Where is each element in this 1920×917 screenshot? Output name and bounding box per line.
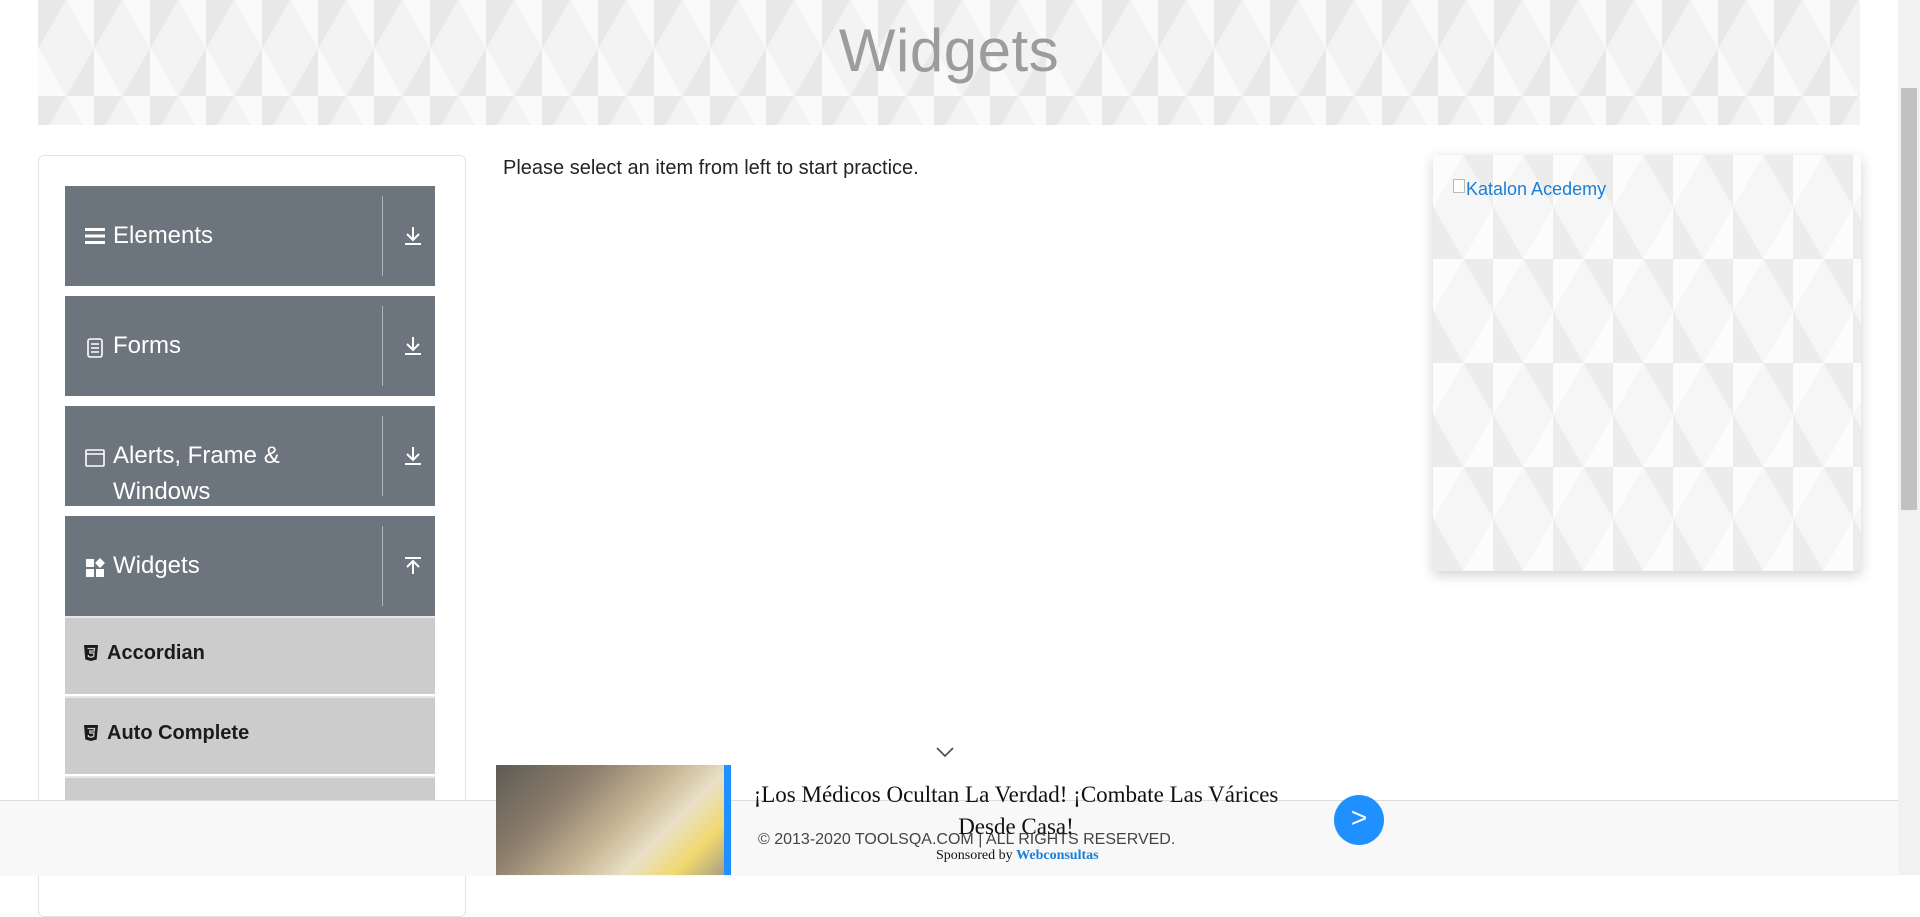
ad-alt-text: Katalon Acedemy: [1466, 179, 1607, 199]
ad-headline[interactable]: ¡Los Médicos Ocultan La Verdad! ¡Combate…: [736, 779, 1296, 843]
window-icon: [85, 449, 105, 467]
sidebar-group-forms[interactable]: Forms: [65, 296, 435, 396]
sidebar-group-label: Widgets: [113, 552, 200, 579]
menu-icon: [85, 228, 105, 244]
upload-arrow-icon[interactable]: [401, 554, 425, 578]
sidebar-group-label: Alerts, Frame &: [113, 442, 280, 469]
download-arrow-icon[interactable]: [401, 444, 425, 468]
intro-text: Please select an item from left to start…: [503, 157, 919, 179]
download-arrow-icon[interactable]: [401, 334, 425, 358]
divider: [382, 306, 383, 386]
sponsor-name[interactable]: Webconsultas: [1016, 848, 1098, 863]
broken-image-icon: [1453, 179, 1465, 193]
chevron-down-icon[interactable]: [934, 743, 956, 761]
ad-thumbnail-image[interactable]: [496, 765, 724, 875]
html5-icon: [84, 725, 98, 741]
sidebar-group-label-line2: Windows: [113, 478, 211, 505]
page-title: Widgets: [838, 17, 1060, 84]
sidebar-item-accordian[interactable]: Accordian: [65, 616, 435, 694]
ad-accent-bar: [724, 765, 731, 875]
ad-sponsored: Sponsored by Webconsultas: [936, 848, 1099, 864]
scrollbar-thumb[interactable]: [1901, 88, 1917, 510]
sidebar-group-widgets[interactable]: Widgets: [65, 516, 435, 616]
ad-go-button[interactable]: >: [1334, 795, 1384, 845]
sidebar-group-label: Elements: [113, 222, 214, 249]
scrollbar-track[interactable]: [1898, 0, 1920, 875]
divider: [382, 196, 383, 276]
sidebar-item-label: Accordian: [107, 642, 205, 664]
sidebar-item-auto-complete[interactable]: Auto Complete: [65, 696, 435, 774]
sidebar-group-label: Forms: [113, 332, 181, 359]
divider: [382, 416, 383, 496]
divider: [382, 526, 383, 606]
sponsored-prefix: Sponsored by: [936, 848, 1013, 863]
sidebar-group-elements[interactable]: Elements: [65, 186, 435, 286]
ad-banner: Katalon Acedemy: [1433, 155, 1861, 571]
sidebar-group-alerts-frame-windows[interactable]: Alerts, Frame & Windows: [65, 406, 435, 506]
document-icon: [87, 338, 103, 358]
widgets-icon: [86, 558, 105, 577]
page-banner: Widgets: [38, 0, 1860, 125]
popup-ad: ¡Los Médicos Ocultan La Verdad! ¡Combate…: [496, 747, 1389, 875]
download-arrow-icon[interactable]: [401, 224, 425, 248]
sidebar-item-label: Auto Complete: [107, 722, 250, 744]
katalon-academy-ad-link[interactable]: Katalon Acedemy: [1453, 179, 1606, 200]
html5-icon: [84, 645, 98, 661]
